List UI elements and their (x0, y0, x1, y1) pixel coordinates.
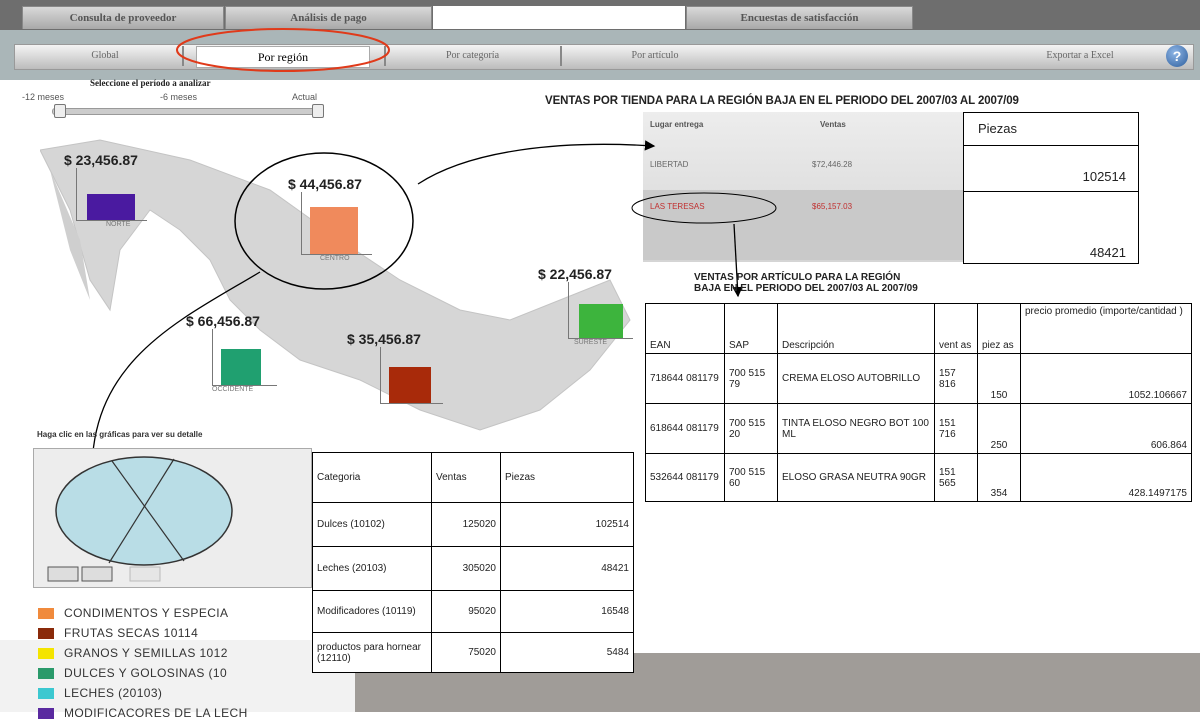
legend: CONDIMENTOS Y ESPECIA FRUTAS SECAS 10114… (38, 603, 248, 723)
header-piezas: piez as (977, 303, 1021, 354)
cell-sap: 700 515 79 (724, 353, 778, 404)
legend-item[interactable]: GRANOS Y SEMILLAS 1012 (38, 643, 248, 663)
legend-item[interactable]: MODIFICACORES DE LA LECH (38, 703, 248, 723)
header-precio: precio promedio (importe/cantidad ) (1020, 303, 1192, 354)
cell-ventas: 151 716 (934, 403, 978, 454)
cell-ean: 618644 081179 (645, 403, 725, 454)
cell-ventas: 151 565 (934, 453, 978, 502)
table-row[interactable]: 718644 081179 700 515 79 CREMA ELOSO AUT… (645, 353, 1192, 404)
legend-label: MODIFICACORES DE LA LECH (64, 706, 248, 720)
legend-label: LECHES (20103) (64, 686, 163, 700)
cell-categoria: Dulces (10102) (312, 502, 432, 547)
cell-ventas: 75020 (431, 632, 501, 673)
cell-ventas: 157 816 (934, 353, 978, 404)
legend-label: DULCES Y GOLOSINAS (10 (64, 666, 228, 680)
legend-swatch (38, 607, 54, 619)
cell-categoria: Modificadores (10119) (312, 590, 432, 633)
cell-ventas: 95020 (431, 590, 501, 633)
cell-desc: CREMA ELOSO AUTOBRILLO (777, 353, 935, 404)
legend-label: FRUTAS SECAS 10114 (64, 626, 199, 640)
table-row[interactable]: Leches (20103) 305020 48421 (312, 546, 634, 591)
category-table: Categoria Ventas Piezas Dulces (10102) 1… (312, 452, 634, 673)
table-row[interactable]: Modificadores (10119) 95020 16548 (312, 590, 634, 633)
cell-sap: 700 515 60 (724, 453, 778, 502)
cell-desc: TINTA ELOSO NEGRO BOT 100 ML (777, 403, 935, 454)
table-row[interactable]: productos para hornear (12110) 75020 548… (312, 632, 634, 673)
legend-item[interactable]: LECHES (20103) (38, 683, 248, 703)
legend-swatch (38, 627, 54, 639)
legend-item[interactable]: FRUTAS SECAS 10114 (38, 623, 248, 643)
article-title-line1: VENTAS POR ARTÍCULO PARA LA REGIÓN (694, 272, 901, 283)
legend-label: GRANOS Y SEMILLAS 1012 (64, 646, 228, 660)
cell-precio: 1052.106667 (1020, 353, 1192, 404)
pie-chart[interactable] (34, 449, 311, 587)
cell-piezas: 250 (977, 403, 1021, 454)
cell-ean: 718644 081179 (645, 353, 725, 404)
cell-piezas: 150 (977, 353, 1021, 404)
cell-precio: 606.864 (1020, 403, 1192, 454)
legend-swatch (38, 707, 54, 719)
cell-categoria: productos para hornear (12110) (312, 632, 432, 673)
cell-ventas: 125020 (431, 502, 501, 547)
cell-piezas: 5484 (500, 632, 634, 673)
legend-swatch (38, 667, 54, 679)
header-sap: SAP (724, 303, 778, 354)
table-row[interactable]: Dulces (10102) 125020 102514 (312, 502, 634, 547)
header-piezas: Piezas (500, 452, 634, 503)
header-ventas: Ventas (431, 452, 501, 503)
cell-ean: 532644 081179 (645, 453, 725, 502)
header-descripcion: Descripción (777, 303, 935, 354)
table-header-row: Categoria Ventas Piezas (312, 452, 634, 503)
legend-item[interactable]: CONDIMENTOS Y ESPECIA (38, 603, 248, 623)
pie-instructions: Haga clic en las gráficas para ver su de… (37, 430, 203, 439)
table-header-row: EAN SAP Descripción vent as piez as prec… (645, 303, 1192, 354)
cell-piezas: 354 (977, 453, 1021, 502)
header-ventas: vent as (934, 303, 978, 354)
article-table: EAN SAP Descripción vent as piez as prec… (645, 303, 1192, 502)
legend-label: CONDIMENTOS Y ESPECIA (64, 606, 229, 620)
cell-sap: 700 515 20 (724, 403, 778, 454)
table-row[interactable]: 532644 081179 700 515 60 ELOSO GRASA NEU… (645, 453, 1192, 502)
cell-categoria: Leches (20103) (312, 546, 432, 591)
article-table-title: VENTAS POR ARTÍCULO PARA LA REGIÓN BAJA … (694, 272, 918, 294)
header-ean: EAN (645, 303, 725, 354)
legend-swatch (38, 647, 54, 659)
cell-desc: ELOSO GRASA NEUTRA 90GR (777, 453, 935, 502)
cell-piezas: 16548 (500, 590, 634, 633)
cell-precio: 428.1497175 (1020, 453, 1192, 502)
cell-piezas: 102514 (500, 502, 634, 547)
cell-ventas: 305020 (431, 546, 501, 591)
cell-piezas: 48421 (500, 546, 634, 591)
legend-swatch (38, 687, 54, 699)
pie-chart-panel[interactable] (33, 448, 312, 588)
legend-item[interactable]: DULCES Y GOLOSINAS (10 (38, 663, 248, 683)
table-row[interactable]: 618644 081179 700 515 20 TINTA ELOSO NEG… (645, 403, 1192, 454)
header-categoria: Categoria (312, 452, 432, 503)
article-title-line2: BAJA EN EL PERIODO DEL 2007/03 AL 2007/0… (694, 283, 918, 294)
